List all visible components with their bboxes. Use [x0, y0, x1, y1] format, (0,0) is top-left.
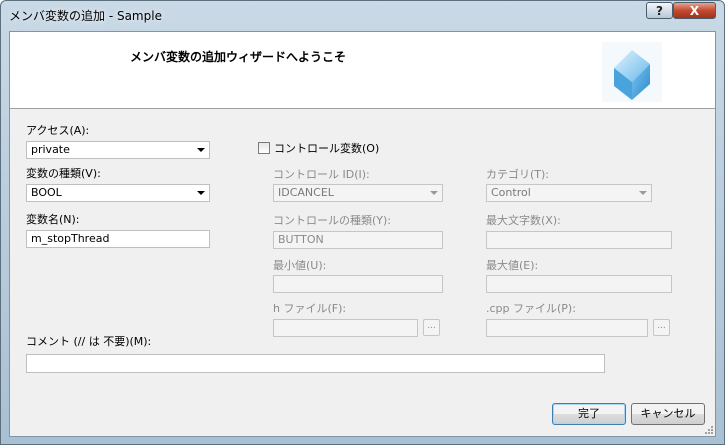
chevron-down-icon — [197, 148, 205, 152]
min-value-input[interactable] — [273, 275, 443, 293]
access-value: private — [31, 143, 70, 156]
max-value-label: 最大値(E): — [486, 259, 539, 272]
wizard-header: メンバ変数の追加ウィザードへようこそ — [10, 32, 715, 109]
access-label: アクセス(A): — [26, 124, 90, 137]
close-icon: X — [689, 3, 700, 18]
category-label: カテゴリ(T): — [486, 168, 550, 181]
chevron-down-icon — [197, 191, 205, 195]
min-value-label: 最小値(U): — [273, 259, 327, 272]
var-type-label: 変数の種類(V): — [26, 167, 101, 180]
dialog-window: メンバ変数の追加 - Sample ? X メンバ変数の追加ウィザードへようこそ — [0, 0, 725, 445]
h-file-browse-button[interactable]: ... — [423, 319, 440, 336]
cpp-file-browse-button[interactable]: ... — [653, 319, 670, 336]
chevron-down-icon — [639, 191, 647, 195]
dialog-content: メンバ変数の追加ウィザードへようこそ アクセス(A): private 変数の種… — [9, 31, 716, 437]
control-id-value: IDCANCEL — [278, 186, 334, 199]
var-name-input[interactable]: m_stopThread — [26, 230, 210, 248]
cancel-button[interactable]: キャンセル — [631, 403, 705, 425]
var-type-combo[interactable]: BOOL — [26, 184, 210, 202]
category-value: Control — [491, 186, 531, 199]
cpp-file-input[interactable] — [486, 319, 648, 337]
var-type-value: BOOL — [31, 186, 62, 199]
h-file-input[interactable] — [273, 319, 418, 337]
help-button[interactable]: ? — [646, 2, 673, 19]
close-button[interactable]: X — [673, 2, 716, 19]
control-id-combo[interactable]: IDCANCEL — [273, 184, 443, 202]
control-type-label: コントロールの種類(Y): — [273, 214, 392, 227]
comment-input[interactable] — [26, 354, 605, 373]
var-name-label: 変数名(N): — [26, 213, 80, 226]
max-value-input[interactable] — [486, 275, 672, 293]
max-chars-input[interactable] — [486, 231, 672, 249]
finish-button[interactable]: 完了 — [552, 403, 626, 425]
title-bar[interactable]: メンバ変数の追加 - Sample ? X — [1, 1, 724, 31]
cpp-file-label: .cpp ファイル(P): — [486, 302, 576, 315]
h-file-label: h ファイル(F): — [273, 302, 347, 315]
comment-label: コメント (// は 不要)(M): — [26, 335, 152, 348]
wizard-cube-icon — [602, 42, 662, 102]
chevron-down-icon — [430, 191, 438, 195]
control-var-checkbox[interactable] — [258, 142, 270, 154]
control-type-input[interactable]: BUTTON — [273, 231, 443, 249]
resize-grip-icon[interactable] — [703, 424, 713, 434]
max-chars-label: 最大文字数(X): — [486, 214, 561, 227]
window-title: メンバ変数の追加 - Sample — [9, 9, 162, 23]
control-id-label: コントロール ID(I): — [273, 168, 370, 181]
access-combo[interactable]: private — [26, 141, 210, 159]
wizard-title: メンバ変数の追加ウィザードへようこそ — [130, 50, 347, 64]
category-combo[interactable]: Control — [486, 184, 652, 202]
control-var-label[interactable]: コントロール変数(O) — [274, 140, 379, 156]
